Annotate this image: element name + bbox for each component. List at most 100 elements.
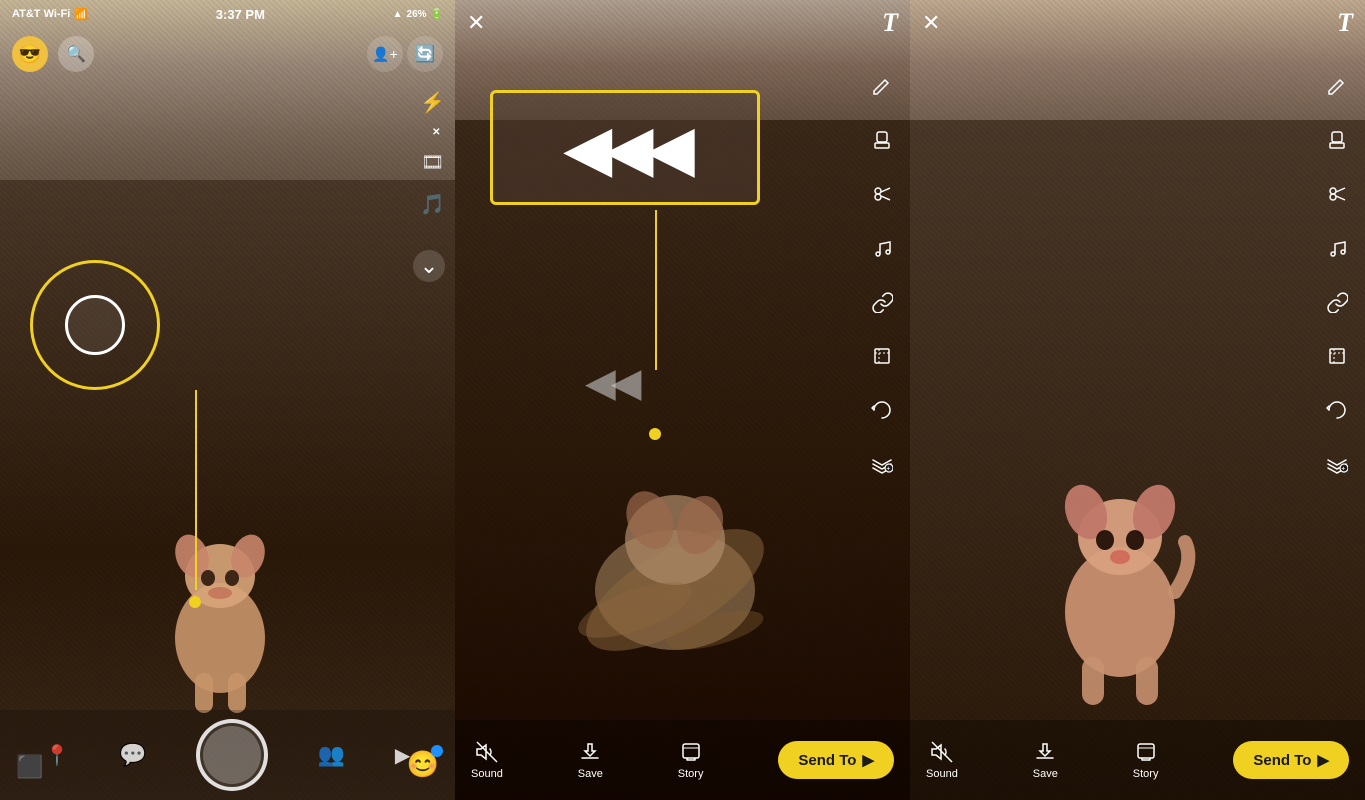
link-tool-3[interactable] xyxy=(1321,286,1353,318)
send-arrow-icon-3: ▶ xyxy=(1317,751,1329,769)
text-tool-button-3[interactable]: T xyxy=(1337,8,1353,38)
chevron-down-icon: ⌄ xyxy=(420,253,438,279)
text-tool-icon-3: T xyxy=(1337,8,1353,37)
text-tool-icon-2: T xyxy=(882,8,898,37)
camera-panel: AT&T Wi-Fi 📶 3:37 PM ▲ 26% 🔋 😎 🔍 👤+ 🔄 xyxy=(0,0,455,800)
music-icon-3 xyxy=(1326,237,1348,259)
sticker-badge xyxy=(431,745,443,757)
story-icon-2 xyxy=(679,740,703,764)
carrier-label: AT&T Wi-Fi xyxy=(12,8,70,20)
close-button-3[interactable]: ✕ xyxy=(922,10,940,36)
music-icon-2 xyxy=(871,237,893,259)
pen-icon-2 xyxy=(871,75,893,97)
add-friend-icon: 👤+ xyxy=(372,46,398,63)
link-icon-3 xyxy=(1326,291,1348,313)
status-right: ▲ 26% 🔋 xyxy=(393,9,443,20)
stamp-tool-2[interactable] xyxy=(866,124,898,156)
loop-icon-3 xyxy=(1325,398,1349,422)
top-bar-right: 👤+ 🔄 xyxy=(367,36,443,72)
music-tool-3[interactable] xyxy=(1321,232,1353,264)
pen-tool-2[interactable] xyxy=(866,70,898,102)
sound-button-2[interactable]: Sound xyxy=(471,740,503,780)
video-normal-panel: ✕ T xyxy=(910,0,1365,800)
sticker-button[interactable]: 😊 xyxy=(407,749,439,780)
bottom-toolbar-2: Sound Save Story Send To ▶ xyxy=(455,720,910,800)
stamp-icon-3 xyxy=(1326,129,1348,151)
shutter-button[interactable] xyxy=(196,719,268,791)
story-label-3: Story xyxy=(1133,768,1159,780)
flash-button[interactable]: ⚡ xyxy=(420,90,445,115)
flash-icon: ⚡ xyxy=(420,92,445,114)
story-icon-3 xyxy=(1134,740,1158,764)
search-icon: 🔍 xyxy=(66,44,86,64)
save-button-2[interactable]: Save xyxy=(578,740,603,780)
loop-tool-2[interactable] xyxy=(866,394,898,426)
scissors-tool-3[interactable] xyxy=(1321,178,1353,210)
sound-button-3[interactable]: Sound xyxy=(926,740,958,780)
rewind-sticker[interactable]: ◀◀◀ xyxy=(490,90,760,205)
camera-mode-button[interactable]: ⬛ xyxy=(16,754,43,780)
loop-icon-2 xyxy=(870,398,894,422)
save-button-3[interactable]: Save xyxy=(1033,740,1058,780)
text-tool-button-2[interactable]: T xyxy=(882,8,898,38)
right-toolbar-3: + xyxy=(1321,70,1353,480)
battery-label: 26% xyxy=(407,9,427,20)
layers-tool-2[interactable]: + xyxy=(866,448,898,480)
bottom-toolbar: 📍 💬 👥 ▶ xyxy=(0,710,455,800)
send-to-button-3[interactable]: Send To ▶ xyxy=(1233,741,1349,779)
music-tool-2[interactable] xyxy=(866,232,898,264)
layers-icon-3: + xyxy=(1326,453,1348,475)
avatar[interactable]: 😎 xyxy=(12,36,48,72)
time-label: 3:37 PM xyxy=(216,7,265,22)
video-edit-panel: ✕ T ◀◀◀ ◀◀ xyxy=(455,0,910,800)
send-to-label-3: Send To xyxy=(1253,752,1311,769)
pen-tool-3[interactable] xyxy=(1321,70,1353,102)
flip-camera-button[interactable]: 🔄 xyxy=(407,36,443,72)
send-to-button-2[interactable]: Send To ▶ xyxy=(778,741,894,779)
memories-button[interactable]: 🎞 xyxy=(421,151,444,174)
bottom-toolbar-3: Sound Save Story Send To ▶ xyxy=(910,720,1365,800)
camera-scene xyxy=(0,0,455,800)
save-label-3: Save xyxy=(1033,768,1058,780)
stamp-tool-3[interactable] xyxy=(1321,124,1353,156)
shutter-inner xyxy=(203,726,261,784)
scissors-icon-3 xyxy=(1326,183,1348,205)
dog-silhouette xyxy=(140,498,300,718)
crop-icon-2 xyxy=(871,345,893,367)
sticker-anchor-line xyxy=(655,210,657,370)
video-scene-3 xyxy=(910,0,1365,800)
friends-button[interactable]: 👥 xyxy=(318,742,345,768)
crop-tool-2[interactable] xyxy=(866,340,898,372)
add-friend-button[interactable]: 👤+ xyxy=(367,36,403,72)
search-button[interactable]: 🔍 xyxy=(58,36,94,72)
tools-expand-button[interactable]: ⌄ xyxy=(413,250,445,282)
send-to-label-2: Send To xyxy=(798,752,856,769)
flip-camera-icon: 🔄 xyxy=(415,44,435,64)
pen-icon-3 xyxy=(1326,75,1348,97)
story-button-3[interactable]: Story xyxy=(1133,740,1159,780)
svg-text:+: + xyxy=(1342,467,1346,473)
stamp-icon-2 xyxy=(871,129,893,151)
sound-label-2: Sound xyxy=(471,768,503,780)
close-button-2[interactable]: ✕ xyxy=(467,10,485,36)
chat-button[interactable]: 💬 xyxy=(119,742,146,768)
focus-inner-ring xyxy=(65,295,125,355)
link-tool-2[interactable] xyxy=(866,286,898,318)
save-label-2: Save xyxy=(578,768,603,780)
music-button[interactable]: 🎵 xyxy=(420,192,445,217)
loop-tool-3[interactable] xyxy=(1321,394,1353,426)
sound-icon-3 xyxy=(930,740,954,764)
location-button[interactable]: 📍 xyxy=(45,743,70,768)
layers-tool-3[interactable]: + xyxy=(1321,448,1353,480)
focus-circle xyxy=(30,260,160,390)
gps-icon: ▲ xyxy=(393,9,403,20)
crop-tool-3[interactable] xyxy=(1321,340,1353,372)
save-icon-3 xyxy=(1033,740,1057,764)
scissors-icon-2 xyxy=(871,183,893,205)
send-arrow-icon-2: ▶ xyxy=(862,751,874,769)
top-bar-left: 😎 🔍 xyxy=(12,36,94,72)
story-button-2[interactable]: Story xyxy=(678,740,704,780)
story-label-2: Story xyxy=(678,768,704,780)
scissors-tool-2[interactable] xyxy=(866,178,898,210)
sound-icon-2 xyxy=(475,740,499,764)
